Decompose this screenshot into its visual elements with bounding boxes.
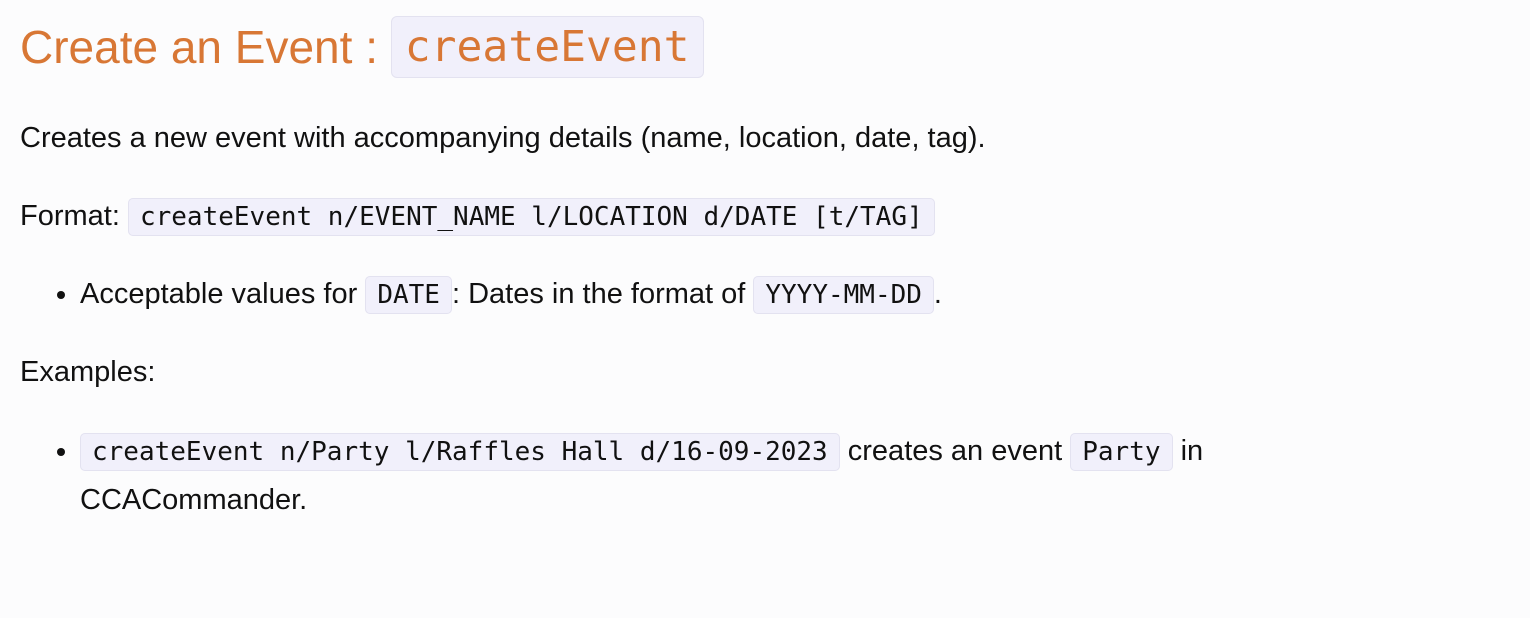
- acceptable-suffix: .: [933, 278, 942, 310]
- heading-text: Create an Event :: [20, 21, 391, 73]
- format-code: createEvent n/EVENT_NAME l/LOCATION d/DA…: [127, 198, 935, 236]
- examples-label: Examples:: [20, 356, 156, 388]
- list-item-example: createEvent n/Party l/Raffles Hall d/16-…: [80, 427, 1400, 524]
- acceptable-prefix: Acceptable values for: [80, 278, 366, 310]
- format-line: Format: createEvent n/EVENT_NAME l/LOCAT…: [20, 196, 935, 237]
- examples-list: createEvent n/Party l/Raffles Hall d/16-…: [20, 427, 1400, 524]
- example-text-1: creates an event: [839, 435, 1071, 467]
- date-format-code: YYYY-MM-DD: [753, 276, 934, 314]
- command-description: Creates a new event with accompanying de…: [20, 122, 986, 154]
- example-command-code: createEvent n/Party l/Raffles Hall d/16-…: [80, 433, 840, 471]
- section-heading: Create an Event : createEvent: [20, 14, 704, 80]
- format-label: Format:: [20, 200, 128, 232]
- acceptable-middle: : Dates in the format of: [451, 278, 754, 310]
- date-param-code: DATE: [365, 276, 452, 314]
- parameter-list: Acceptable values for DATE: Dates in the…: [20, 270, 942, 319]
- list-item-date-values: Acceptable values for DATE: Dates in the…: [80, 270, 942, 319]
- example-event-name-code: Party: [1070, 433, 1173, 471]
- heading-command-code: createEvent: [390, 16, 704, 78]
